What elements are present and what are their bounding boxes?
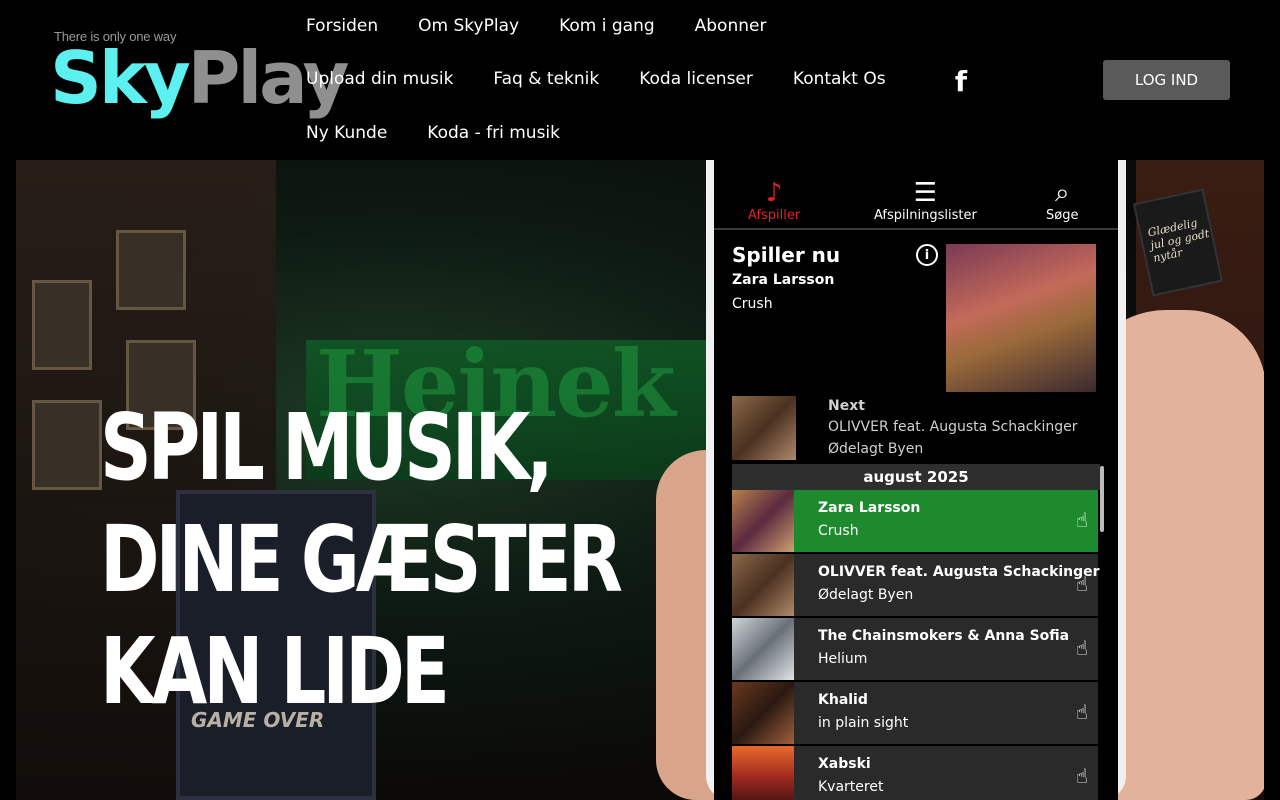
tap-icon[interactable]: ☝: [1076, 508, 1088, 532]
nav-link-kom-i-gang[interactable]: Kom i gang: [559, 14, 655, 38]
nav-link-forsiden[interactable]: Forsiden: [306, 14, 378, 38]
track-row[interactable]: Khalid in plain sight ☝: [732, 682, 1098, 744]
track-row[interactable]: The Chainsmokers & Anna Sofia Helium ☝: [732, 618, 1098, 680]
track-song: in plain sight: [818, 715, 909, 731]
nav-link-koda-licenser[interactable]: Koda licenser: [639, 67, 753, 91]
tab-afspiller[interactable]: ♪ Afspiller: [748, 178, 800, 223]
tab-label: Søge: [1046, 208, 1079, 223]
tab-soege[interactable]: ⌕ Søge: [1046, 178, 1078, 223]
tab-label: Afspiller: [748, 208, 801, 223]
track-song: Kvarteret: [818, 779, 884, 795]
track-thumbnail: [732, 490, 794, 552]
skyplay-logo[interactable]: SkyPlay: [50, 42, 349, 114]
music-note-icon: ♪: [765, 178, 783, 208]
list-icon: ☰: [913, 178, 938, 208]
headline-line-1: SPIL MUSIK,: [100, 394, 554, 501]
tap-icon[interactable]: ☝: [1076, 572, 1088, 596]
nav-link-om-skyplay[interactable]: Om SkyPlay: [418, 14, 519, 38]
track-artist: Khalid: [818, 692, 868, 708]
track-artist: Xabski: [818, 756, 871, 772]
info-icon[interactable]: i: [916, 244, 938, 266]
tap-icon[interactable]: ☝: [1076, 636, 1088, 660]
track-thumbnail: [732, 554, 794, 616]
nav-link-faq-teknik[interactable]: Faq & teknik: [493, 67, 599, 91]
track-row[interactable]: Zara Larsson Crush ☝: [732, 490, 1098, 552]
track-thumbnail: [732, 746, 794, 800]
next-artist: OLIVVER feat. Augusta Schackinger: [828, 419, 1078, 435]
track-row[interactable]: OLIVVER feat. Augusta Schackinger Ødelag…: [732, 554, 1100, 616]
login-button[interactable]: LOG IND: [1103, 60, 1230, 100]
phone-screen: ♪ Afspiller ☰ Afspilningslister ⌕ Søge S…: [714, 160, 1118, 800]
headline-line-3: KAN LIDE: [100, 618, 450, 725]
search-icon: ⌕: [1054, 178, 1070, 208]
track-artist: Zara Larsson: [818, 500, 921, 516]
month-header: august 2025: [732, 464, 1100, 490]
tab-label: Afspilningslister: [874, 208, 977, 223]
nav-row-2: Upload din musik Faq & teknik Koda licen…: [306, 67, 926, 91]
track-artist: The Chainsmokers & Anna Sofia: [818, 628, 1070, 644]
nav-row-1: Forsiden Om SkyPlay Kom i gang Abonner: [306, 14, 806, 38]
track-song: Helium: [818, 651, 868, 667]
nav-link-abonner[interactable]: Abonner: [695, 14, 767, 38]
next-track-thumbnail: [732, 396, 796, 460]
tap-icon[interactable]: ☝: [1076, 700, 1088, 724]
app-tab-bar: ♪ Afspiller ☰ Afspilningslister ⌕ Søge: [714, 160, 1118, 230]
next-label: Next: [828, 398, 865, 414]
next-song: Ødelagt Byen: [828, 441, 924, 457]
track-song: Crush: [818, 523, 859, 539]
nav-link-ny-kunde[interactable]: Ny Kunde: [306, 121, 387, 145]
hero-banner: Heinek GAME OVER Glædelig jul og godt ny…: [16, 160, 1264, 800]
track-song: Ødelagt Byen: [818, 587, 914, 603]
picture-frame: [116, 230, 186, 310]
hero-headline: SPIL MUSIK, DINE GÆSTER KAN LIDE: [100, 392, 623, 728]
nav-row-3: Ny Kunde Koda - fri musik: [306, 121, 600, 145]
phone-mockup: ♪ Afspiller ☰ Afspilningslister ⌕ Søge S…: [706, 160, 1126, 800]
facebook-icon[interactable]: f: [951, 65, 971, 98]
nav-link-kontakt-os[interactable]: Kontakt Os: [793, 67, 886, 91]
site-header: There is only one way SkyPlay Forsiden O…: [0, 0, 1280, 160]
track-row[interactable]: Xabski Kvarteret ☝: [732, 746, 1098, 800]
now-playing-title: Spiller nu: [732, 243, 841, 267]
track-thumbnail: [732, 618, 794, 680]
scrollbar[interactable]: [1100, 466, 1104, 532]
picture-frame: [32, 280, 92, 370]
now-playing-artist: Zara Larsson: [732, 272, 835, 288]
tap-icon[interactable]: ☝: [1076, 764, 1088, 788]
headline-line-2: DINE GÆSTER: [100, 506, 623, 613]
logo-text-sky: Sky: [50, 36, 191, 120]
track-artist: OLIVVER feat. Augusta Schackinger: [818, 564, 1100, 580]
nav-link-koda-fri-musik[interactable]: Koda - fri musik: [427, 121, 560, 145]
tab-afspilningslister[interactable]: ☰ Afspilningslister: [874, 178, 977, 223]
album-cover: [946, 244, 1096, 392]
nav-link-upload-din-musik[interactable]: Upload din musik: [306, 67, 453, 91]
track-thumbnail: [732, 682, 794, 744]
picture-frame: [32, 400, 102, 490]
now-playing-song: Crush: [732, 296, 773, 312]
